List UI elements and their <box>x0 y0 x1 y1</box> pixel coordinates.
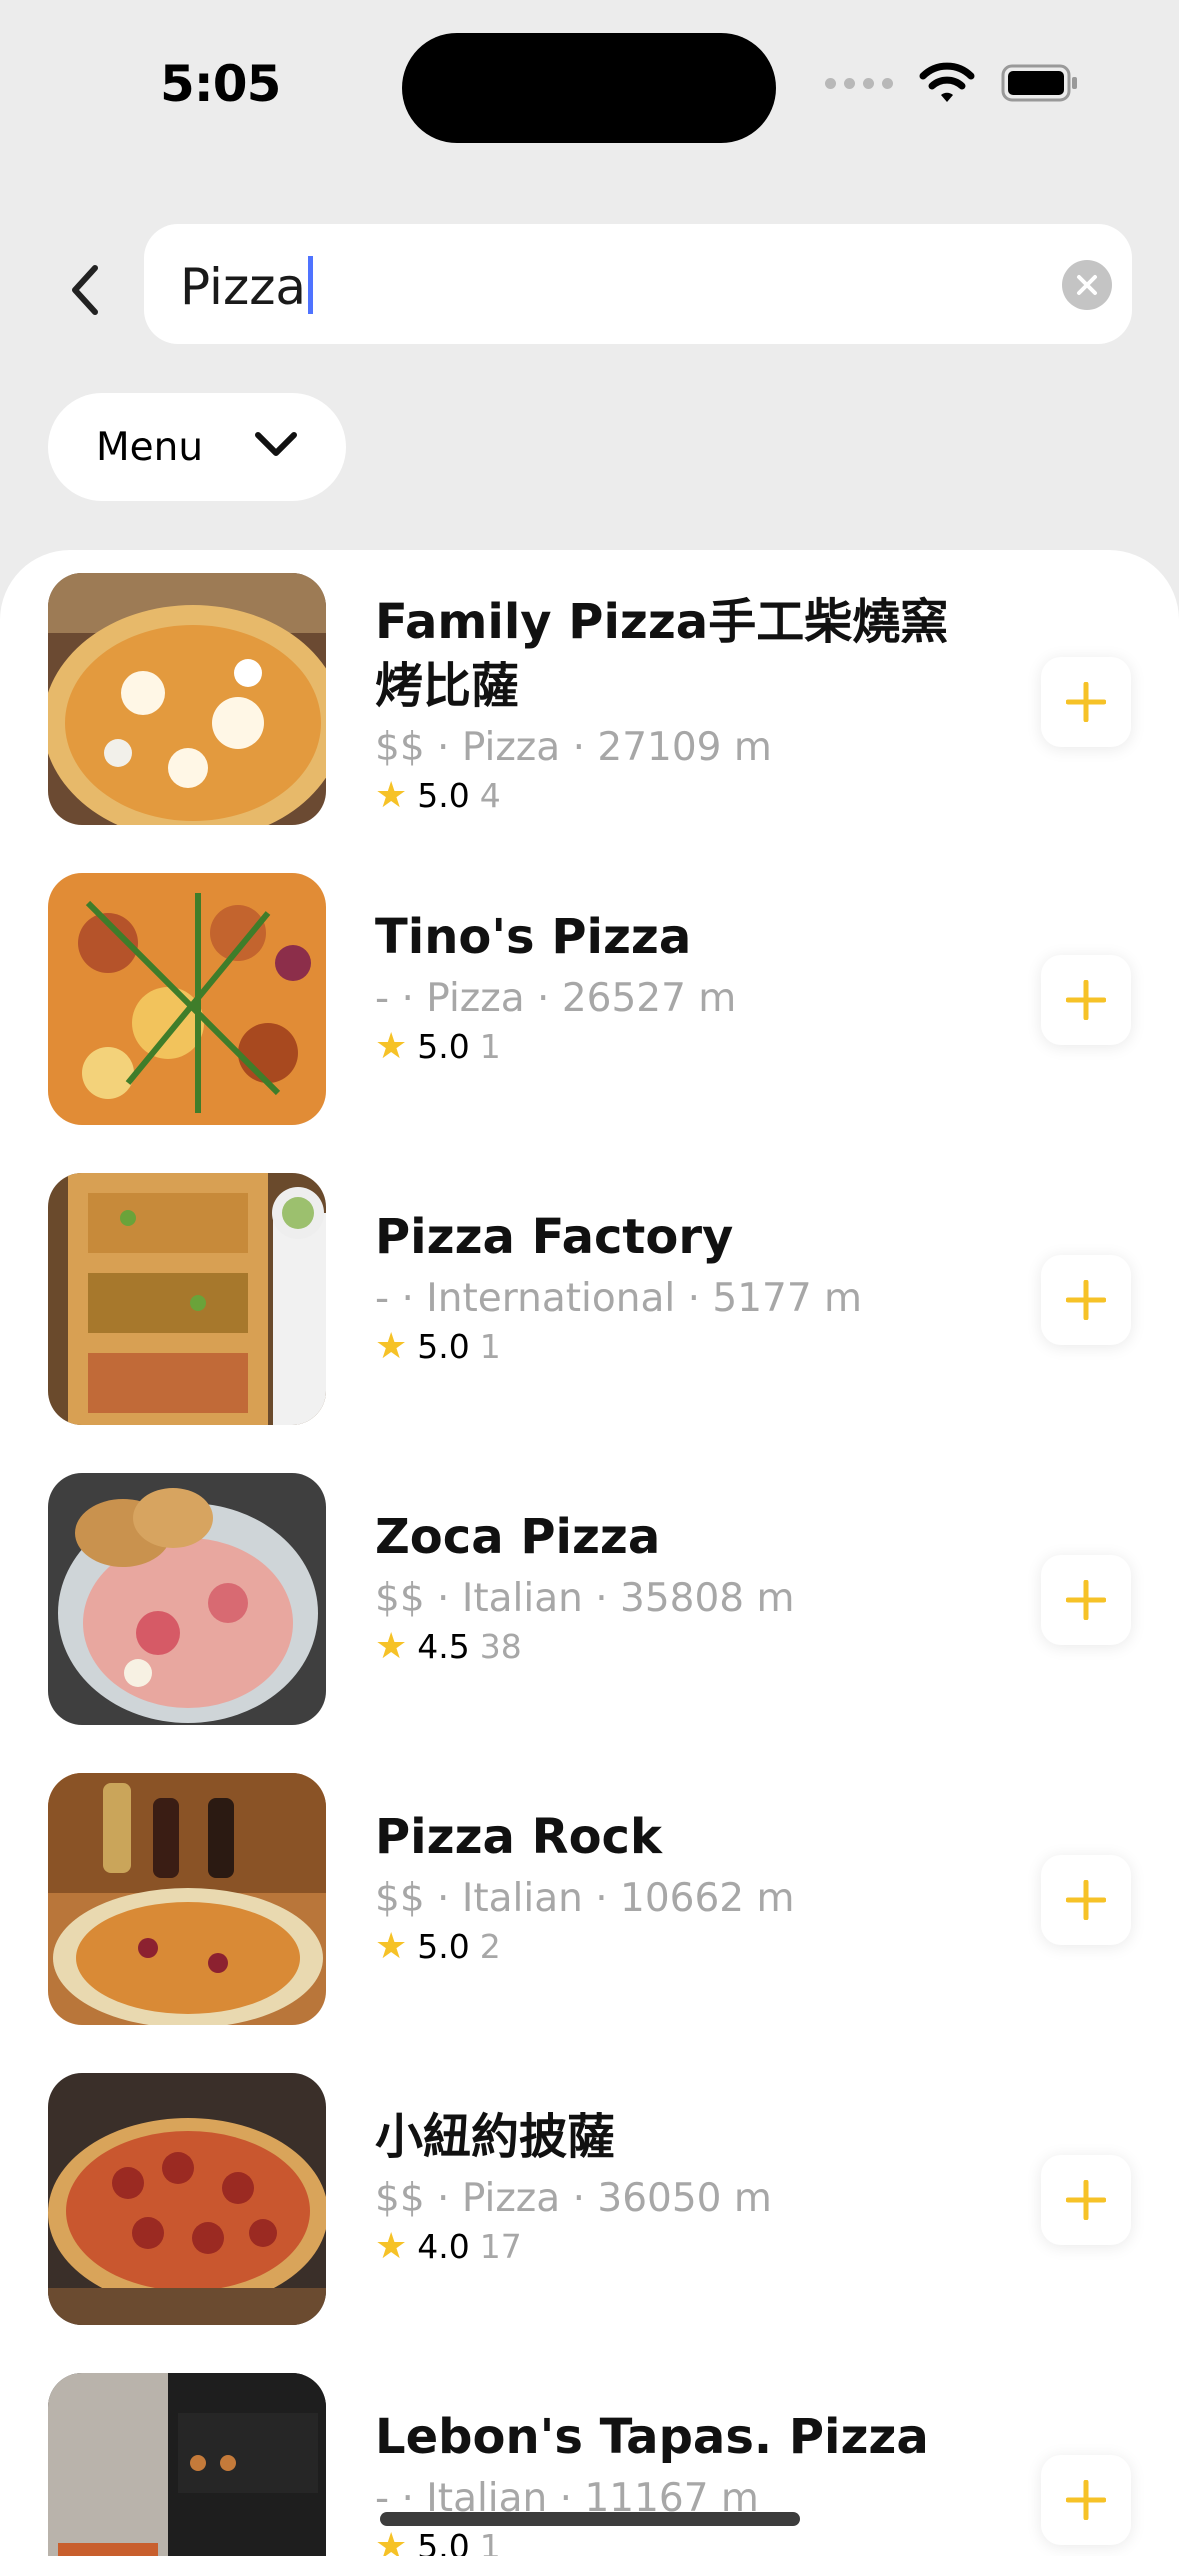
rating-value: 5.0 <box>417 1027 470 1066</box>
star-icon: ★ <box>375 1326 408 1367</box>
price-level: $$ <box>375 1576 425 1621</box>
status-time: 5:05 <box>160 55 281 113</box>
category: International <box>426 1276 676 1321</box>
home-indicator[interactable] <box>380 2512 800 2526</box>
category: Pizza <box>461 725 561 770</box>
plus-icon <box>1066 1580 1106 1620</box>
search-input[interactable]: Pizza <box>180 258 306 316</box>
restaurant-name: Lebon's Tapas. Pizza <box>375 2409 929 2465</box>
restaurant-name: Tino's Pizza <box>375 909 692 965</box>
restaurant-name: Pizza Rock <box>375 1809 662 1865</box>
star-icon: ★ <box>375 2226 408 2267</box>
review-count: 1 <box>479 1327 501 1366</box>
restaurant-name: Zoca Pizza <box>375 1509 661 1565</box>
list-item[interactable]: Pizza Rock $$ · Italian · 10662 m ★ 5.0 2 <box>0 1750 1179 2025</box>
list-item[interactable]: 小紐約披薩 $$ · Pizza · 36050 m ★ 4.0 17 <box>0 2050 1179 2325</box>
list-item[interactable]: Family Pizza手工柴燒窯烤比薩 $$ · Pizza · 27109 … <box>0 550 1179 825</box>
menu-filter-dropdown[interactable]: Menu <box>48 393 346 501</box>
distance: 10662 m <box>620 1876 795 1921</box>
category: Italian <box>461 1876 583 1921</box>
restaurant-name: Pizza Factory <box>375 1209 734 1265</box>
review-count: 2 <box>479 1927 501 1966</box>
price-level: $$ <box>375 2176 425 2221</box>
distance: 26527 m <box>561 976 737 1021</box>
review-count: 1 <box>479 1027 501 1066</box>
plus-icon <box>1066 2480 1106 2520</box>
rating-value: 5.0 <box>417 2527 470 2556</box>
search-field[interactable]: Pizza <box>144 224 1132 344</box>
rating-value: 5.0 <box>417 1327 470 1366</box>
star-icon: ★ <box>375 775 408 816</box>
text-caret <box>308 256 314 314</box>
distance: 35808 m <box>620 1576 795 1621</box>
add-button[interactable] <box>1041 657 1131 747</box>
price-level: - <box>375 1276 390 1321</box>
add-button[interactable] <box>1041 955 1131 1045</box>
restaurant-photo <box>48 573 326 825</box>
rating-value: 4.0 <box>417 2227 470 2266</box>
distance: 36050 m <box>597 2176 772 2221</box>
category: Pizza <box>426 976 525 1021</box>
chevron-down-icon <box>255 432 297 456</box>
plus-icon <box>1066 682 1106 722</box>
results-sheet: Family Pizza手工柴燒窯烤比薩 $$ · Pizza · 27109 … <box>0 550 1179 2556</box>
restaurant-photo <box>48 2073 326 2325</box>
wifi-icon <box>919 62 975 102</box>
plus-icon <box>1066 2180 1106 2220</box>
chevron-left-icon <box>72 265 98 315</box>
star-icon: ★ <box>375 1926 408 1967</box>
star-icon: ★ <box>375 1626 408 1667</box>
review-count: 17 <box>479 2227 522 2266</box>
add-button[interactable] <box>1041 1255 1131 1345</box>
clear-icon <box>1077 275 1097 295</box>
category: Italian <box>461 1576 583 1621</box>
list-item[interactable]: Pizza Factory - · International · 5177 m… <box>0 1150 1179 1425</box>
add-button[interactable] <box>1041 1855 1131 1945</box>
menu-filter-label: Menu <box>96 424 204 470</box>
plus-icon <box>1066 1280 1106 1320</box>
back-button[interactable] <box>58 262 114 318</box>
status-icons <box>825 62 1079 104</box>
add-button[interactable] <box>1041 2155 1131 2245</box>
star-icon: ★ <box>375 2526 408 2556</box>
review-count: 38 <box>479 1627 522 1666</box>
star-icon: ★ <box>375 1026 408 1067</box>
signal-icon <box>825 77 893 89</box>
add-button[interactable] <box>1041 2455 1131 2545</box>
restaurant-photo <box>48 1773 326 2025</box>
dynamic-island <box>402 33 776 143</box>
list-item[interactable]: Zoca Pizza $$ · Italian · 35808 m ★ 4.5 38 <box>0 1450 1179 1725</box>
restaurant-photo <box>48 873 326 1125</box>
clear-search-button[interactable] <box>1062 260 1112 310</box>
review-count: 1 <box>479 2527 501 2556</box>
battery-icon <box>1001 64 1077 102</box>
rating-value: 4.5 <box>417 1627 470 1666</box>
list-item[interactable]: Tino's Pizza - · Pizza · 26527 m ★ 5.0 1 <box>0 850 1179 1125</box>
add-button[interactable] <box>1041 1555 1131 1645</box>
price-level: $$ <box>375 725 425 770</box>
rating-value: 5.0 <box>417 1927 470 1966</box>
rating-value: 5.0 <box>417 776 470 815</box>
category: Pizza <box>461 2176 561 2221</box>
price-level: $$ <box>375 1876 425 1921</box>
restaurant-photo <box>48 1173 326 1425</box>
restaurant-photo <box>48 1473 326 1725</box>
price-level: - <box>375 976 390 1021</box>
plus-icon <box>1066 1880 1106 1920</box>
restaurant-name: 小紐約披薩 <box>375 2109 616 2165</box>
distance: 5177 m <box>712 1276 863 1321</box>
plus-icon <box>1066 980 1106 1020</box>
restaurant-name: Family Pizza手工柴燒窯烤比薩 <box>375 594 949 714</box>
review-count: 4 <box>479 776 501 815</box>
restaurant-photo <box>48 2373 326 2556</box>
distance: 27109 m <box>597 725 772 770</box>
